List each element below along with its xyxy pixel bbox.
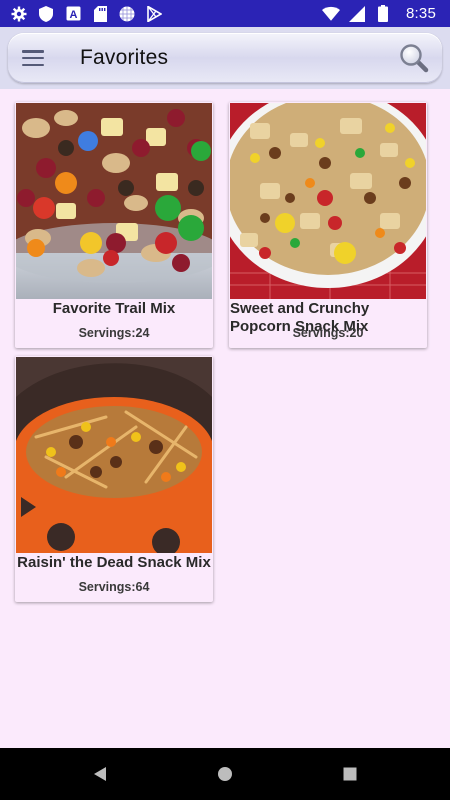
status-left-icons: A	[10, 5, 163, 23]
recipe-card[interactable]: Sweet and Crunchy Popcorn Snack Mix Serv…	[229, 102, 427, 348]
recents-button[interactable]	[340, 764, 360, 784]
recipe-servings: Servings:20	[292, 326, 364, 340]
status-time: 8:35	[406, 5, 436, 22]
recipe-servings: Servings:64	[78, 580, 150, 594]
recipe-photo-popcorn-mix	[230, 103, 426, 299]
app-bar: Favorites	[8, 33, 442, 83]
status-right-icons: 8:35	[322, 5, 436, 23]
recipe-photo-dead-snack-mix	[16, 357, 212, 553]
search-button[interactable]	[394, 38, 434, 78]
home-button[interactable]	[215, 764, 235, 784]
recipe-card[interactable]: Raisin' the Dead Snack Mix Servings:64	[15, 356, 213, 602]
recipe-card[interactable]: Favorite Trail Mix Servings:24	[15, 102, 213, 348]
recipe-servings: Servings:24	[78, 326, 150, 340]
recents-icon	[343, 767, 357, 781]
cellular-icon	[348, 5, 366, 23]
search-icon	[400, 44, 429, 73]
circle-grid-icon	[118, 5, 136, 23]
play-store-icon	[145, 5, 163, 23]
shield-icon	[37, 5, 55, 23]
page-title: Favorites	[80, 46, 169, 69]
navigation-bar	[0, 748, 450, 800]
favorites-grid: Favorite Trail Mix Servings:24 Sweet and…	[0, 89, 450, 748]
battery-icon	[374, 5, 392, 23]
back-button[interactable]	[90, 764, 110, 784]
home-icon	[218, 767, 232, 781]
gear-icon	[10, 5, 28, 23]
svg-text:A: A	[69, 9, 77, 21]
back-icon	[94, 767, 106, 781]
recipe-name: Raisin' the Dead Snack Mix	[17, 554, 211, 571]
sd-card-icon	[91, 5, 109, 23]
recipe-photo-trail-mix	[16, 103, 212, 299]
recipe-name: Favorite Trail Mix	[52, 300, 176, 317]
app-bar-container: Favorites	[0, 27, 450, 89]
hamburger-menu-icon	[22, 50, 44, 66]
status-bar: A 8:35	[0, 0, 450, 27]
menu-button[interactable]	[10, 33, 56, 83]
wifi-icon	[322, 5, 340, 23]
a-box-icon: A	[64, 5, 82, 23]
